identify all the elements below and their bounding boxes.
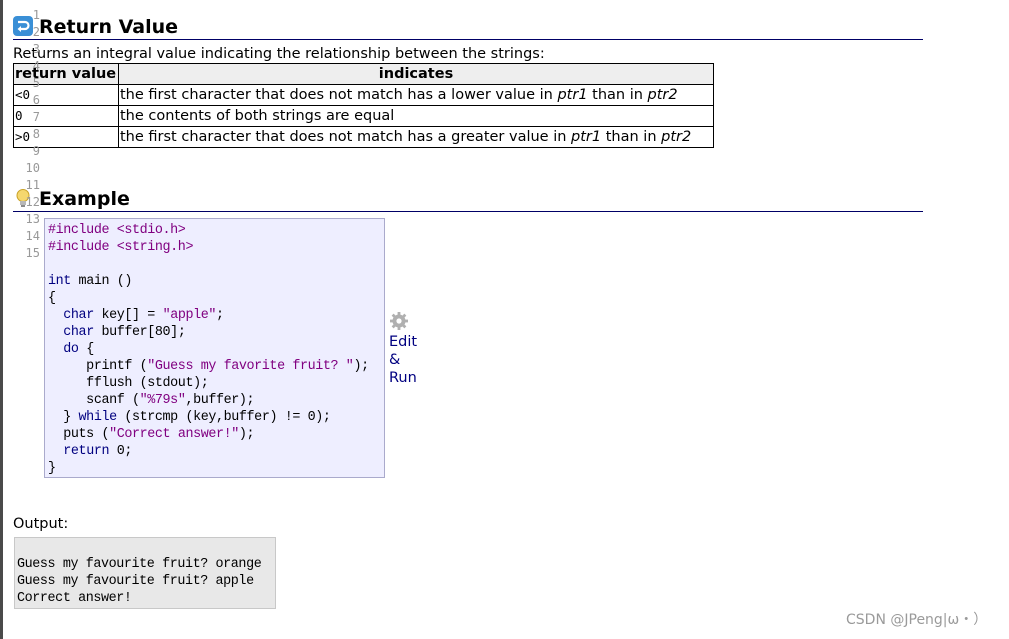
code-token: }	[48, 461, 56, 476]
code-token: (strcmp (key,buffer) != 0);	[116, 410, 331, 425]
output-line: Guess my favourite fruit? orange	[17, 557, 262, 572]
code-line: scanf ("%79s",buffer);	[48, 392, 254, 409]
line-number: 6	[32, 93, 40, 107]
return-value-table: return value indicates <0 the first char…	[13, 63, 714, 148]
code-token: #include <stdio.h>	[48, 223, 186, 238]
table-row: >0 the first character that does not mat…	[13, 126, 714, 148]
edit-run-label-3: Run	[389, 370, 417, 386]
line-number: 2	[32, 25, 40, 39]
code-line: printf ("Guess my favorite fruit? ");	[48, 358, 369, 375]
section-title: Example	[39, 188, 130, 210]
line-number: 1	[32, 8, 40, 22]
watermark: CSDN @JPeng|ω・）	[846, 612, 988, 628]
code-token: do	[63, 342, 79, 357]
code-token: while	[78, 410, 118, 425]
code-token: char	[63, 308, 94, 323]
code-token: ,buffer);	[185, 393, 255, 408]
line-number: 7	[32, 110, 40, 124]
code-token: int	[48, 274, 71, 289]
code-token: "Guess my favorite fruit? "	[147, 359, 354, 374]
edit-run-label-1: Edit	[389, 334, 418, 350]
table-row: <0 the first character that does not mat…	[13, 84, 714, 106]
column-header: indicates	[118, 63, 714, 85]
table-header-row: return value indicates	[13, 63, 714, 85]
code-token: scanf (	[48, 393, 140, 408]
line-number: 8	[32, 127, 40, 141]
code-token: );	[353, 359, 369, 374]
output-label: Output:	[13, 516, 69, 532]
code-line: return 0;	[48, 443, 132, 460]
code-token: #include <string.h>	[48, 240, 194, 255]
code-token: puts (	[48, 427, 110, 442]
table-row: 0 the contents of both strings are equal	[13, 105, 714, 127]
code-token: ;	[216, 308, 224, 323]
code-line: char buffer[80];	[48, 324, 186, 341]
section-title: Return Value	[39, 16, 179, 38]
code-block: #include <stdio.h> #include <string.h> int…	[44, 218, 385, 478]
edit-and-run-button[interactable]: Edit & Run	[389, 311, 429, 387]
indicates-cell: the first character that does not match …	[118, 126, 714, 148]
code-token: "apple"	[162, 308, 217, 323]
indicates-cell: the first character that does not match …	[118, 84, 714, 106]
line-number: 5	[32, 76, 40, 90]
left-border	[0, 0, 3, 639]
code-line: }	[48, 460, 56, 477]
line-number: 4	[32, 59, 40, 73]
return-value-intro: Returns an integral value indicating the…	[13, 46, 545, 62]
code-line: puts ("Correct answer!");	[48, 426, 254, 443]
code-line: #include <stdio.h>	[48, 222, 186, 239]
code-token: buffer[80];	[93, 325, 186, 340]
code-line: #include <string.h>	[48, 239, 193, 256]
code-line: char key[] = "apple";	[48, 307, 224, 324]
indicates-cell: the contents of both strings are equal	[118, 105, 714, 127]
line-number: 13	[25, 212, 40, 226]
code-token: "Correct answer!"	[109, 427, 239, 442]
output-line: Guess my favourite fruit? apple	[17, 574, 254, 589]
return-value-heading: Return Value	[13, 15, 923, 40]
code-token: main ()	[70, 274, 133, 289]
code-token: }	[48, 410, 79, 425]
line-number: 12	[25, 195, 40, 209]
code-token: {	[78, 342, 94, 357]
code-token: fflush (stdout);	[48, 376, 209, 391]
code-line: {	[48, 290, 56, 307]
line-number: 11	[25, 178, 40, 192]
code-line: } while (strcmp (key,buffer) != 0);	[48, 409, 331, 426]
code-token: key[] =	[93, 308, 163, 323]
code-token: 0;	[109, 444, 133, 459]
code-token: );	[238, 427, 255, 442]
output-line: Correct answer!	[17, 591, 132, 606]
code-token: return	[63, 444, 110, 459]
line-number: 10	[25, 161, 40, 175]
line-number: 9	[32, 144, 40, 158]
code-line: int main ()	[48, 273, 132, 290]
code-line: fflush (stdout);	[48, 375, 209, 392]
code-token: printf (	[48, 359, 148, 374]
code-token: char	[63, 325, 94, 340]
edit-run-label-2: &	[389, 352, 401, 368]
line-number: 3	[32, 42, 40, 56]
example-heading: Example	[13, 187, 923, 212]
gear-icon	[390, 312, 408, 330]
code-line: do {	[48, 341, 94, 358]
line-number: 14	[25, 229, 40, 243]
code-token: {	[48, 291, 56, 306]
output-block: Guess my favourite fruit? orange Guess m…	[14, 537, 276, 609]
code-token: "%79s"	[139, 393, 186, 408]
line-number: 15	[25, 246, 40, 260]
